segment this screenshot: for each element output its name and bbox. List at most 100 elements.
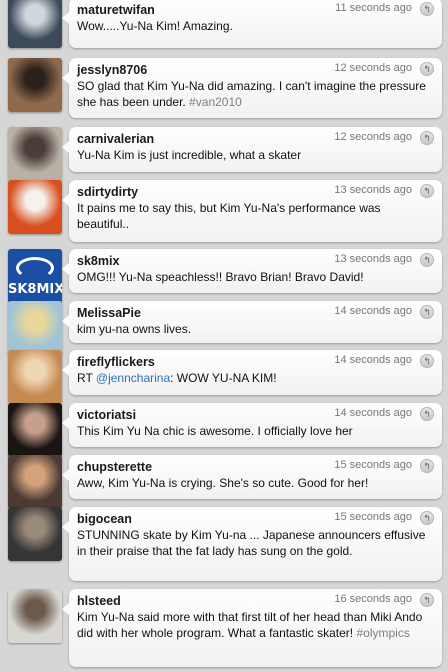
username-link[interactable]: hlsteed <box>77 594 121 608</box>
reply-icon[interactable]: ↰ <box>420 593 434 607</box>
tweet-bubble: bigocean 15 seconds ago ↰ STUNNING skate by… <box>62 507 442 581</box>
tweet-text: Aww, Kim Yu-Na is crying. She's so cute.… <box>77 475 434 491</box>
tweet-item: chupsterette 15 seconds ago ↰ Aww, Kim Yu-N… <box>0 455 448 509</box>
tweet-text-segment: Yu-Na Kim is just incredible, what a ska… <box>77 148 302 162</box>
username-link[interactable]: sk8mix <box>77 254 119 268</box>
tweet-item: bigocean 15 seconds ago ↰ STUNNING skate by… <box>0 507 448 581</box>
tweet-text-segment: STUNNING skate by Kim Yu-na ... Japanese… <box>77 528 426 558</box>
tweet-header: hlsteed 16 seconds ago ↰ <box>77 592 434 609</box>
avatar[interactable]: SK8MIX <box>8 249 62 303</box>
tweet-item: hlsteed 16 seconds ago ↰ Kim Yu-Na said mor… <box>0 589 448 667</box>
tweet-text: This Kim Yu Na chic is awesome. I offici… <box>77 423 434 439</box>
tweet-bubble: hlsteed 16 seconds ago ↰ Kim Yu-Na said mor… <box>62 589 442 667</box>
tweet-item: fireflyflickers 14 seconds ago ↰ RT @jennch… <box>0 350 448 404</box>
tweet-header: bigocean 15 seconds ago ↰ <box>77 510 434 527</box>
tweet-bubble: fireflyflickers 14 seconds ago ↰ RT @jennch… <box>62 350 442 395</box>
username-link[interactable]: carnivalerian <box>77 132 154 146</box>
reply-icon[interactable]: ↰ <box>420 459 434 473</box>
avatar[interactable] <box>8 455 62 509</box>
tweet-header: jesslyn8706 12 seconds ago ↰ <box>77 61 434 78</box>
tweet-item: victoriatsi 14 seconds ago ↰ This Kim Yu Na… <box>0 403 448 457</box>
avatar[interactable] <box>8 507 62 561</box>
tweet-text-segment: : WOW YU-NA KIM! <box>170 371 277 385</box>
tweet-bubble: sk8mix 13 seconds ago ↰ OMG!!! Yu-Na speach… <box>62 249 442 293</box>
avatar-logo-swoosh <box>16 257 54 279</box>
tweet-item: MelissaPie 14 seconds ago ↰ kim yu-na owns … <box>0 301 448 355</box>
username-link[interactable]: sdirtydirty <box>77 185 138 199</box>
username-link[interactable]: chupsterette <box>77 460 152 474</box>
tweet-item: sdirtydirty 13 seconds ago ↰ It pains me to… <box>0 180 448 242</box>
reply-icon[interactable]: ↰ <box>420 62 434 76</box>
username-link[interactable]: fireflyflickers <box>77 355 155 369</box>
tweet-text-segment: Wow.....Yu-Na Kim! Amazing. <box>77 19 233 33</box>
avatar[interactable] <box>8 589 62 643</box>
tweet-text: SO glad that Kim Yu-Na did amazing. I ca… <box>77 78 434 110</box>
tweet-text-segment: It pains me to say this, but Kim Yu-Na's… <box>77 201 381 231</box>
reply-icon[interactable]: ↰ <box>420 354 434 368</box>
hashtag-link[interactable]: #olympics <box>356 626 409 640</box>
tweet-text: Wow.....Yu-Na Kim! Amazing. <box>77 18 434 34</box>
tweet-header: sdirtydirty 13 seconds ago ↰ <box>77 183 434 200</box>
avatar[interactable] <box>8 350 62 404</box>
tweet-bubble: carnivalerian 12 seconds ago ↰ Yu-Na Kim is… <box>62 127 442 172</box>
tweet-item: maturetwifan 11 seconds ago ↰ Wow.....Yu-Na… <box>0 0 448 48</box>
timestamp: 14 seconds ago <box>334 305 412 317</box>
tweet-header: victoriatsi 14 seconds ago ↰ <box>77 406 434 423</box>
timestamp: 14 seconds ago <box>334 407 412 419</box>
timestamp: 16 seconds ago <box>334 593 412 605</box>
timestamp: 15 seconds ago <box>334 459 412 471</box>
tweet-bubble: victoriatsi 14 seconds ago ↰ This Kim Yu Na… <box>62 403 442 447</box>
avatar[interactable] <box>8 180 62 234</box>
tweet-text: Yu-Na Kim is just incredible, what a ska… <box>77 147 434 163</box>
reply-icon[interactable]: ↰ <box>420 511 434 525</box>
reply-icon[interactable]: ↰ <box>420 184 434 198</box>
reply-icon[interactable]: ↰ <box>420 407 434 421</box>
avatar[interactable] <box>8 127 62 181</box>
tweet-bubble: sdirtydirty 13 seconds ago ↰ It pains me to… <box>62 180 442 242</box>
reply-icon[interactable]: ↰ <box>420 253 434 267</box>
avatar[interactable] <box>8 58 62 112</box>
timestamp: 13 seconds ago <box>334 253 412 265</box>
tweet-text: RT @jenncharina: WOW YU-NA KIM! <box>77 370 434 386</box>
tweet-text-segment: SO glad that Kim Yu-Na did amazing. I ca… <box>77 79 426 109</box>
avatar[interactable] <box>8 301 62 355</box>
tweet-text-segment: RT <box>77 371 96 385</box>
tweet-text-segment: OMG!!! Yu-Na speachless!! Bravo Brian! B… <box>77 270 364 284</box>
tweet-item: jesslyn8706 12 seconds ago ↰ SO glad that K… <box>0 58 448 118</box>
username-link[interactable]: jesslyn8706 <box>77 63 147 77</box>
reply-icon[interactable]: ↰ <box>420 2 434 16</box>
tweet-text-segment: This Kim Yu Na chic is awesome. I offici… <box>77 424 353 438</box>
reply-icon[interactable]: ↰ <box>420 131 434 145</box>
tweet-feed[interactable]: maturetwifan 11 seconds ago ↰ Wow.....Yu-Na… <box>0 0 448 672</box>
tweet-text: OMG!!! Yu-Na speachless!! Bravo Brian! B… <box>77 269 434 285</box>
username-link[interactable]: MelissaPie <box>77 306 141 320</box>
reply-icon[interactable]: ↰ <box>420 305 434 319</box>
tweet-bubble: chupsterette 15 seconds ago ↰ Aww, Kim Yu-N… <box>62 455 442 499</box>
avatar-logo-text: SK8MIX <box>8 282 62 297</box>
tweet-header: fireflyflickers 14 seconds ago ↰ <box>77 353 434 370</box>
timestamp: 11 seconds ago <box>335 2 412 14</box>
timestamp: 14 seconds ago <box>334 354 412 366</box>
tweet-text-segment: Aww, Kim Yu-Na is crying. She's so cute.… <box>77 476 369 490</box>
tweet-item: SK8MIX sk8mix 13 seconds ago ↰ OMG!!! Yu-Na … <box>0 249 448 303</box>
tweet-bubble: maturetwifan 11 seconds ago ↰ Wow.....Yu-Na… <box>62 0 442 48</box>
username-link[interactable]: bigocean <box>77 512 132 526</box>
timestamp: 12 seconds ago <box>334 62 412 74</box>
tweet-header: sk8mix 13 seconds ago ↰ <box>77 252 434 269</box>
avatar[interactable] <box>8 403 62 457</box>
username-link[interactable]: maturetwifan <box>77 3 155 17</box>
tweet-header: carnivalerian 12 seconds ago ↰ <box>77 130 434 147</box>
timestamp: 12 seconds ago <box>334 131 412 143</box>
timestamp: 15 seconds ago <box>334 511 412 523</box>
tweet-header: MelissaPie 14 seconds ago ↰ <box>77 304 434 321</box>
avatar[interactable] <box>8 0 62 48</box>
tweet-item: carnivalerian 12 seconds ago ↰ Yu-Na Kim is… <box>0 127 448 181</box>
timestamp: 13 seconds ago <box>334 184 412 196</box>
tweet-header: chupsterette 15 seconds ago ↰ <box>77 458 434 475</box>
tweet-text: STUNNING skate by Kim Yu-na ... Japanese… <box>77 527 434 559</box>
tweet-bubble: MelissaPie 14 seconds ago ↰ kim yu-na owns … <box>62 301 442 343</box>
username-link[interactable]: victoriatsi <box>77 408 136 422</box>
tweet-text: It pains me to say this, but Kim Yu-Na's… <box>77 200 434 232</box>
mention-link[interactable]: @jenncharina <box>96 371 170 385</box>
hashtag-link[interactable]: #van2010 <box>189 95 242 109</box>
